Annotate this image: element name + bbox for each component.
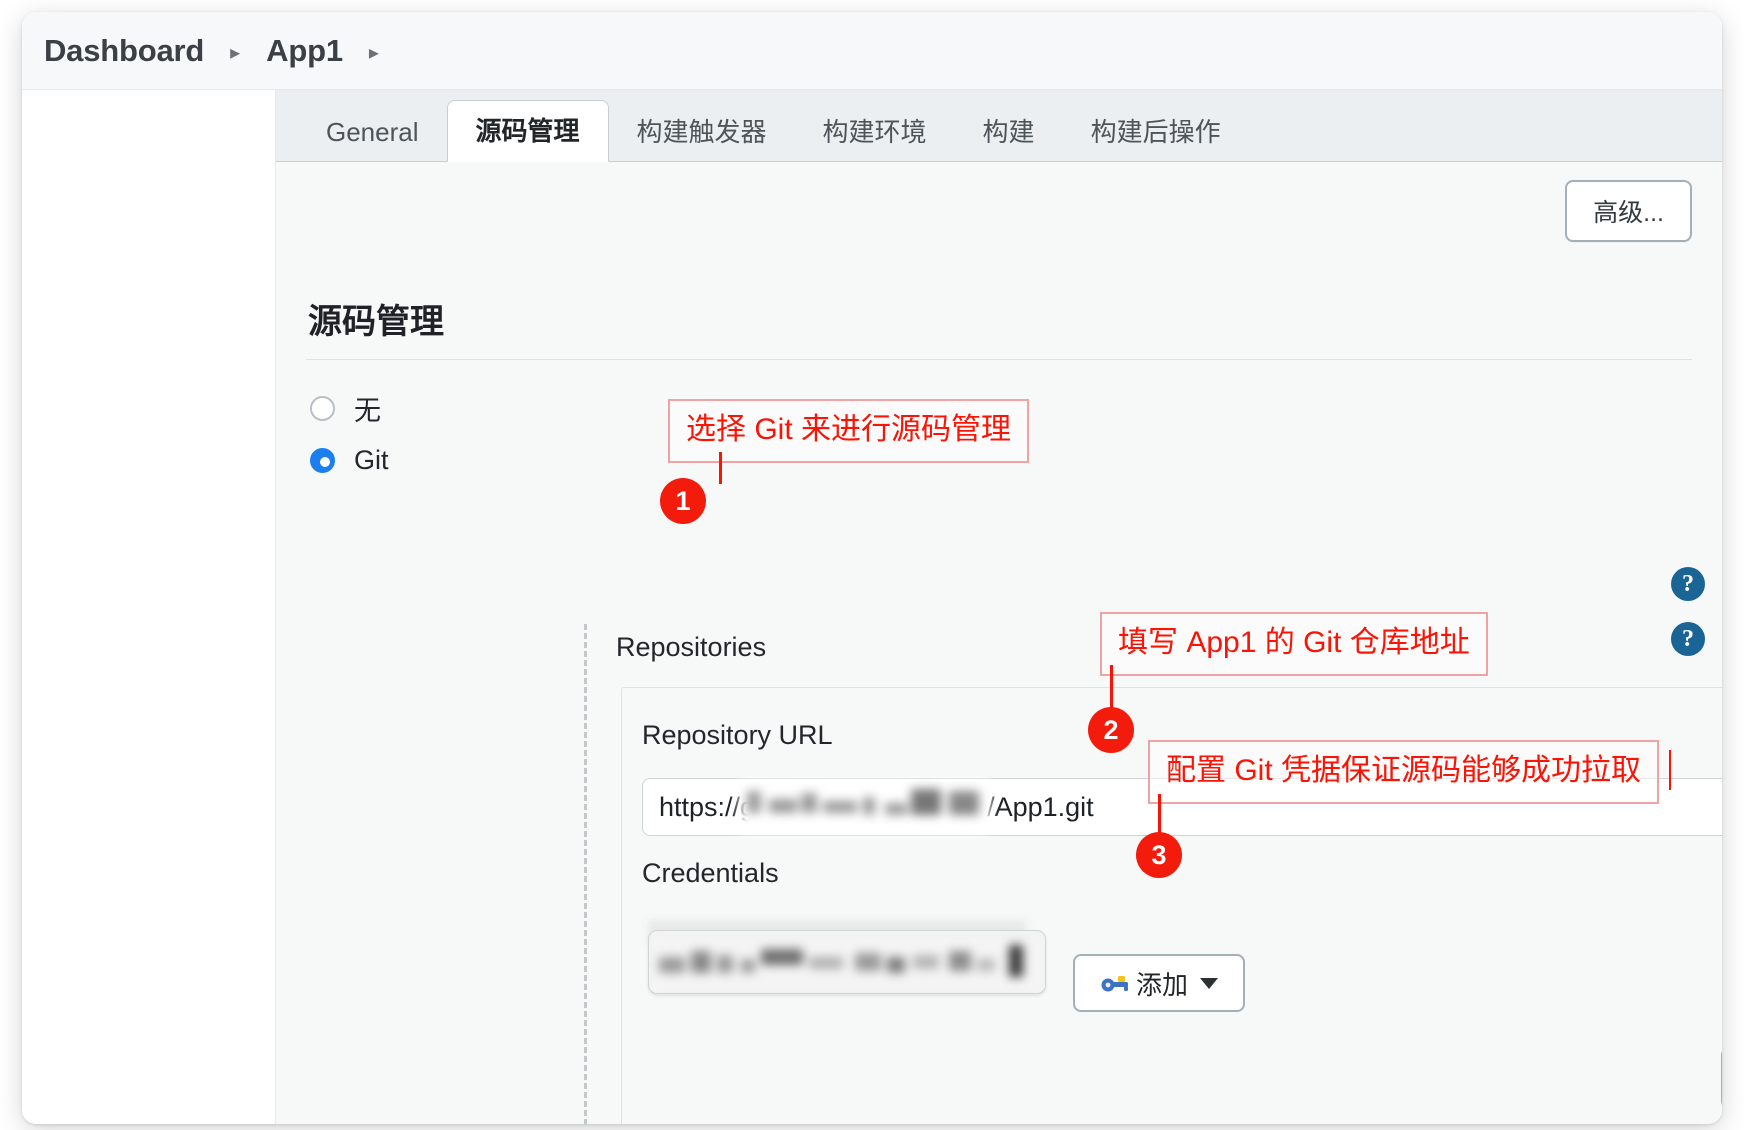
repository-url-label: Repository URL xyxy=(642,720,833,750)
annotation-3-text-cursor xyxy=(1669,750,1671,790)
breadcrumb-item-app1[interactable]: App1 xyxy=(266,33,343,69)
radio-git-icon[interactable] xyxy=(310,447,335,473)
advanced-top-row: 高级... xyxy=(276,162,1722,242)
breadcrumb-item-dashboard[interactable]: Dashboard xyxy=(44,33,204,69)
tab-build-environment[interactable]: 构建环境 xyxy=(795,103,955,161)
annotation-2-text: 填写 App1 的 Git 仓库地址 xyxy=(1100,612,1488,676)
browser-window: Dashboard ▸ App1 ▸ General 源码管理 构建触发器 构建… xyxy=(22,12,1722,1124)
tab-build[interactable]: 构建 xyxy=(955,103,1063,161)
tab-source-code-management[interactable]: 源码管理 xyxy=(446,100,609,162)
help-icon-repositories[interactable]: ? xyxy=(1671,622,1705,656)
radio-git-label: Git xyxy=(354,444,389,475)
breadcrumb: Dashboard ▸ App1 ▸ xyxy=(22,12,1722,90)
add-credentials-label: 添加 xyxy=(1135,969,1188,1000)
annotation-1-text: 选择 Git 来进行源码管理 xyxy=(668,399,1030,463)
chevron-down-icon xyxy=(1200,977,1218,989)
scm-content: 高级... 源码管理 无 Git Repositories ? ? ? xyxy=(276,162,1722,1124)
annotation-2-badge: 2 xyxy=(1088,707,1134,753)
sidebar xyxy=(22,90,275,1124)
help-icon-git[interactable]: ? xyxy=(1671,567,1705,601)
credentials-label: Credentials xyxy=(642,858,779,888)
annotation-3-badge: 3 xyxy=(1136,832,1182,878)
radio-none-icon[interactable] xyxy=(310,395,335,421)
annotation-2-leader xyxy=(1110,665,1113,712)
radio-none-label: 无 xyxy=(354,395,381,426)
annotation-1-badge: 1 xyxy=(660,478,706,524)
repositories-label: Repositories xyxy=(616,632,767,662)
main-panel: General 源码管理 构建触发器 构建环境 构建 构建后操作 高级... 源… xyxy=(275,90,1722,1124)
git-section-guide-line xyxy=(584,624,587,1124)
breadcrumb-separator-icon: ▸ xyxy=(230,41,241,64)
page-body: General 源码管理 构建触发器 构建环境 构建 构建后操作 高级... 源… xyxy=(22,90,1722,1124)
tab-build-triggers[interactable]: 构建触发器 xyxy=(609,103,795,161)
breadcrumb-dropdown-icon[interactable]: ▸ xyxy=(369,43,379,63)
annotation-1-leader xyxy=(719,452,722,484)
page-title: 源码管理 xyxy=(308,303,444,341)
key-icon xyxy=(1101,976,1128,992)
advanced-top-button[interactable]: 高级... xyxy=(1565,180,1692,242)
annotation-3-leader xyxy=(1158,794,1161,836)
annotation-3-text: 配置 Git 凭据保证源码能够成功拉取 xyxy=(1148,740,1660,804)
redaction-blur-url xyxy=(739,781,991,833)
config-tabs: General 源码管理 构建触发器 构建环境 构建 构建后操作 xyxy=(276,90,1722,162)
add-credentials-button[interactable]: 添加 xyxy=(1073,954,1245,1012)
redaction-blur-credentials xyxy=(649,935,1045,993)
repository-url-suffix: /App1.git xyxy=(987,791,1094,822)
heading-divider xyxy=(306,359,1692,360)
advanced-repository-button[interactable]: 高级... xyxy=(1721,1047,1722,1109)
tab-general[interactable]: General xyxy=(298,103,447,161)
credentials-select[interactable] xyxy=(648,930,1046,994)
tab-post-build-actions[interactable]: 构建后操作 xyxy=(1063,103,1249,161)
